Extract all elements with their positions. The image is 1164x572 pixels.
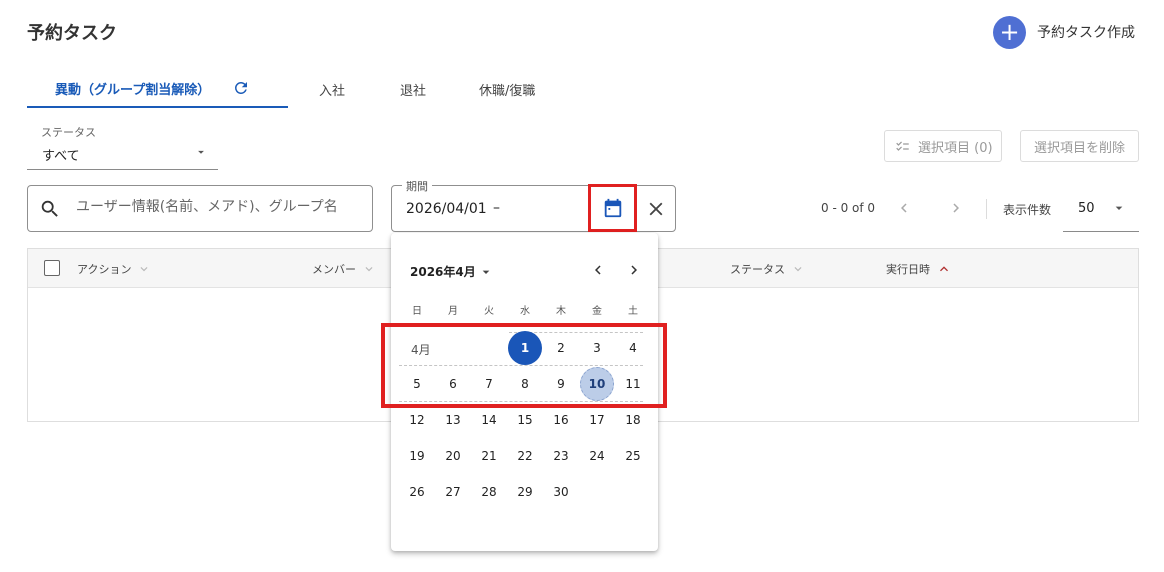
calendar-day[interactable]: 5 — [400, 367, 434, 401]
tab-transfer[interactable]: 異動（グループ割当解除） — [27, 70, 288, 108]
calendar-day[interactable]: 7 — [472, 367, 506, 401]
pagination-divider — [986, 199, 987, 219]
calendar-day[interactable]: 21 — [472, 439, 506, 473]
weekday-label: 金 — [592, 306, 602, 317]
calendar-day[interactable]: 28 — [472, 475, 506, 509]
close-icon[interactable] — [645, 198, 667, 224]
chevron-up-icon — [936, 261, 952, 277]
calendar-day[interactable]: 13 — [436, 403, 470, 437]
column-header-member[interactable]: メンバー — [312, 261, 376, 277]
chevron-left-icon[interactable] — [895, 199, 913, 221]
calendar-day[interactable]: 22 — [508, 439, 542, 473]
calendar-day[interactable]: 10 — [580, 367, 614, 401]
calendar-day[interactable]: 15 — [508, 403, 542, 437]
tab-join[interactable]: 入社 — [319, 70, 345, 108]
calendar-month-title: 2026年4月 — [410, 265, 476, 279]
date-picker-popup: 2026年4月 4月 日月火水木金土 1 2 3 4 5 6 7 8 9 10 11 12 13 14 15 1… — [391, 233, 658, 551]
calendar-day[interactable]: 27 — [436, 475, 470, 509]
calendar-button[interactable] — [588, 184, 637, 232]
calendar-day[interactable]: 12 — [400, 403, 434, 437]
calendar-day[interactable]: 25 — [616, 439, 650, 473]
column-label: アクション — [77, 263, 132, 276]
calendar-day[interactable]: 11 — [616, 367, 650, 401]
caret-down-icon — [478, 264, 494, 280]
tab-transfer-label: 異動（グループ割当解除） — [55, 82, 211, 98]
calendar-day[interactable]: 16 — [544, 403, 578, 437]
period-label: 期間 — [402, 178, 432, 194]
calendar-day[interactable]: 24 — [580, 439, 614, 473]
page-size-select[interactable]: 50 — [1063, 190, 1139, 232]
weekday-label: 土 — [628, 306, 638, 317]
status-select-label: ステータス — [41, 126, 96, 139]
calendar-month-label: 4月 — [411, 343, 431, 357]
create-task-label: 予約タスク作成 — [1037, 25, 1135, 41]
chevron-left-icon[interactable] — [589, 261, 607, 283]
weekday-label: 月 — [448, 306, 458, 317]
calendar-day[interactable]: 17 — [580, 403, 614, 437]
calendar-day[interactable]: 4 — [616, 331, 650, 365]
column-label: メンバー — [312, 263, 356, 276]
plus-icon: + — [993, 15, 1026, 49]
period-start-value[interactable]: 2026/04/01 — [406, 201, 487, 217]
status-select[interactable]: ステータス すべて — [27, 122, 218, 170]
chevron-right-icon[interactable] — [947, 199, 965, 221]
page-title: 予約タスク — [27, 23, 117, 44]
weekday-label: 日 — [412, 306, 422, 317]
calendar-day[interactable]: 6 — [436, 367, 470, 401]
page-size-label: 表示件数 — [1003, 203, 1052, 217]
column-header-status[interactable]: ステータス — [730, 261, 805, 277]
calendar-day[interactable]: 8 — [508, 367, 542, 401]
column-label: 実行日時 — [886, 263, 930, 276]
calendar-day[interactable]: 9 — [544, 367, 578, 401]
tab-absence[interactable]: 休職/復職 — [479, 70, 535, 108]
selected-items-button[interactable]: 選択項目 (0) — [884, 130, 1002, 162]
status-select-value: すべて — [42, 149, 80, 164]
chevron-down-icon — [362, 262, 376, 276]
column-label: ステータス — [730, 263, 785, 276]
column-header-action[interactable]: アクション — [77, 261, 151, 277]
weekday-label: 火 — [484, 306, 494, 317]
selected-items-label: 選択項目 (0) — [918, 140, 993, 156]
caret-down-icon — [194, 144, 208, 163]
range-guide-line — [399, 401, 643, 402]
calendar-month-select[interactable]: 2026年4月 — [410, 263, 494, 280]
chevron-right-icon[interactable] — [625, 261, 643, 283]
calendar-day[interactable]: 26 — [400, 475, 434, 509]
delete-selected-button[interactable]: 選択項目を削除 — [1020, 130, 1139, 162]
calendar-day[interactable]: 3 — [580, 331, 614, 365]
create-task-button[interactable]: + 予約タスク作成 — [993, 15, 1135, 49]
chevron-down-icon — [137, 262, 151, 276]
calendar-day[interactable]: 18 — [616, 403, 650, 437]
calendar-day[interactable]: 1 — [508, 331, 542, 365]
search-input[interactable] — [74, 198, 364, 216]
search-icon — [39, 198, 61, 224]
checklist-icon — [895, 139, 910, 154]
period-field[interactable]: 期間 2026/04/01 – — [391, 178, 676, 232]
page-size-value: 50 — [1078, 201, 1095, 216]
caret-down-icon — [1111, 200, 1127, 220]
refresh-icon[interactable] — [232, 79, 250, 97]
chevron-down-icon — [791, 262, 805, 276]
select-all-checkbox[interactable] — [44, 260, 60, 276]
calendar-day[interactable]: 14 — [472, 403, 506, 437]
pagination-range: 0 - 0 of 0 — [821, 201, 876, 215]
calendar-day[interactable]: 29 — [508, 475, 542, 509]
calendar-day[interactable]: 30 — [544, 475, 578, 509]
calendar-day[interactable]: 23 — [544, 439, 578, 473]
column-header-exec-time[interactable]: 実行日時 — [886, 261, 952, 277]
calendar-day[interactable]: 20 — [436, 439, 470, 473]
weekday-label: 木 — [556, 306, 566, 317]
calendar-day[interactable]: 2 — [544, 331, 578, 365]
tab-leave[interactable]: 退社 — [400, 70, 426, 108]
weekday-label: 水 — [520, 306, 530, 317]
calendar-icon — [602, 197, 624, 219]
period-separator: – — [493, 200, 500, 216]
range-guide-line — [399, 365, 643, 366]
search-field[interactable] — [27, 185, 373, 232]
calendar-day[interactable]: 19 — [400, 439, 434, 473]
